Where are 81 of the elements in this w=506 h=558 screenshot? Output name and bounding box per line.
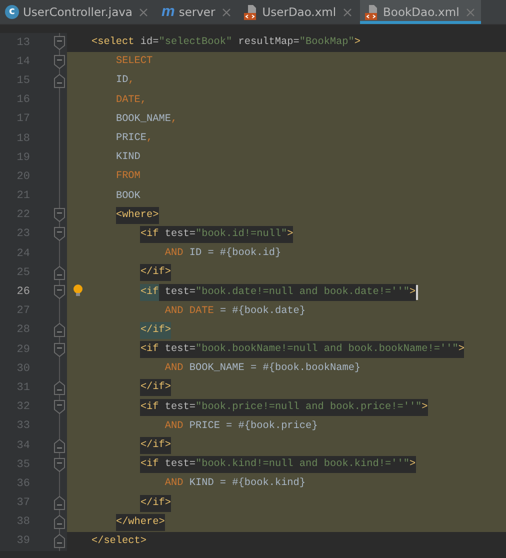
xml-tag: <if (140, 398, 159, 416)
xml-tag: </where> (116, 514, 165, 531)
xml-tag: > (458, 341, 464, 358)
file-tab[interactable]: c UserController.java (0, 0, 154, 24)
sql-keyword: FROM (116, 170, 140, 184)
code-text: ID (116, 74, 128, 88)
file-tab[interactable]: BookDao.xml (360, 0, 482, 24)
fold-marker-icon[interactable] (54, 380, 65, 395)
close-icon[interactable] (139, 8, 148, 16)
code-text: BOOK_NAME = #{book.bookName} (188, 362, 361, 376)
tab-label: UserDao.xml (262, 5, 336, 19)
string-literal: "book.price!=null and book.price!=''" (195, 398, 422, 416)
xml-tag: > (287, 226, 294, 243)
tab-label: BookDao.xml (383, 5, 460, 19)
xml-tag: <if (140, 456, 159, 474)
fold-marker-icon[interactable] (54, 496, 65, 510)
xml-tag: > (409, 456, 416, 474)
xml-tag: </if> (140, 437, 172, 454)
tab-label: server (178, 5, 216, 19)
fold-marker-icon[interactable] (54, 54, 65, 69)
attribute-name: test= (158, 398, 196, 416)
xml-tag: <if (140, 341, 159, 358)
fold-marker-icon[interactable] (54, 323, 65, 338)
string-literal: "book.kind!=null and book.kind!=''" (195, 456, 410, 474)
attribute-name: test= (158, 456, 196, 474)
fold-marker-icon[interactable] (54, 266, 65, 280)
sql-keyword: AND (164, 247, 184, 262)
sql-keyword: AND (164, 362, 184, 376)
fold-marker-icon[interactable] (54, 515, 65, 530)
xml-tag: </if> (140, 379, 172, 396)
code-text: KIND (116, 151, 140, 166)
fold-marker-icon[interactable] (54, 458, 65, 472)
xml-tag: <if (140, 226, 159, 243)
maven-icon: m (161, 4, 175, 20)
code-text: BOOK (116, 190, 140, 204)
xml-file-icon (365, 4, 380, 20)
xml-tag: </if> (140, 494, 172, 512)
sql-keyword: AND (164, 420, 184, 434)
fold-marker-icon[interactable] (54, 534, 65, 548)
xml-file-icon (244, 4, 258, 20)
sql-keyword: , (170, 112, 178, 127)
xml-tag: </if> (140, 264, 172, 282)
xml-tag: <where> (116, 206, 159, 224)
code-text: ID = #{book.id} (188, 246, 282, 262)
sql-keyword: AND DATE (164, 304, 214, 319)
code-text: PRICE (116, 132, 147, 146)
file-tab[interactable]: m server (156, 0, 238, 24)
code-text: KIND = #{book.kind} (188, 476, 306, 492)
fold-marker-icon[interactable] (54, 208, 65, 222)
string-literal: "book.bookName!=null and book.bookName!=''" (195, 341, 458, 358)
sql-keyword: , (128, 74, 134, 88)
code-text: BOOK_NAME (116, 112, 171, 127)
fold-marker-icon[interactable] (54, 400, 65, 414)
fold-marker-icon[interactable] (54, 285, 65, 300)
xml-tag: <if (140, 284, 159, 301)
close-icon[interactable] (343, 8, 352, 16)
sql-keyword: , (146, 132, 153, 146)
attribute-name: test= (158, 341, 196, 358)
file-tab[interactable]: UserDao.xml (239, 0, 358, 24)
attribute-name: test= (158, 284, 196, 301)
attribute-name: test= (158, 226, 196, 243)
line-number: 26 (16, 286, 30, 298)
close-icon[interactable] (222, 8, 232, 16)
string-literal: "book.id!=null" (195, 226, 288, 243)
tab-label: UserController.java (23, 5, 132, 19)
lightbulb-icon[interactable] (73, 284, 83, 298)
string-literal: "book.date!=null and book.date!=''" (195, 284, 410, 301)
fold-marker-icon[interactable] (54, 438, 65, 453)
xml-tag: > (409, 284, 416, 301)
sql-keyword: SELECT (116, 55, 153, 70)
fold-marker-icon[interactable] (54, 227, 65, 242)
sql-keyword: DATE, (116, 94, 147, 108)
sql-keyword: AND (164, 477, 184, 492)
fold-marker-icon[interactable] (54, 342, 65, 357)
fold-marker-icon[interactable] (54, 36, 65, 50)
fold-marker-icon[interactable] (54, 74, 65, 88)
text-cursor (416, 284, 418, 300)
class-icon: c (5, 5, 19, 19)
code-text: = #{book.date} (218, 304, 306, 319)
code-text: PRICE = #{book.price} (188, 420, 318, 434)
xml-tag: </if> (140, 322, 172, 339)
